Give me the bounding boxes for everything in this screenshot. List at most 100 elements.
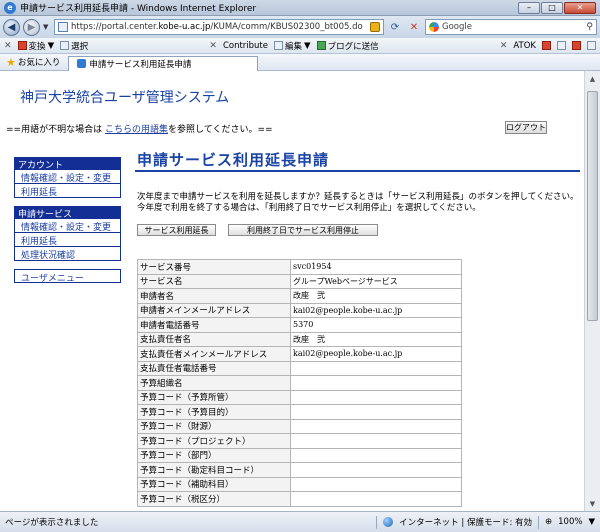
row-value xyxy=(290,375,462,391)
atok-button[interactable]: ATOK xyxy=(513,41,536,51)
title-underline xyxy=(135,170,580,172)
sidebar-item-account-settings[interactable]: 情報確認・設定・変更 xyxy=(14,170,121,184)
edit-button[interactable]: 編集 ▼ xyxy=(274,40,311,52)
search-icon[interactable]: ⚲ xyxy=(586,22,593,32)
blog-button[interactable]: ブログに送信 xyxy=(316,40,379,52)
close-toolbar-icon[interactable]: ✕ xyxy=(4,41,12,51)
table-row: 申請者名 改座 弐 xyxy=(137,288,462,304)
url-text[interactable]: https://portal.center.kobe-u.ac.jp/KUMA/… xyxy=(71,22,367,32)
page-content: 神戸大学統合ユーザ管理システム ==用語が不明な場合は こちらの用語集を参照して… xyxy=(0,71,600,511)
stop-service-button[interactable]: 利用終了日でサービス利用停止 xyxy=(228,224,378,236)
close-contribute-icon[interactable]: ✕ xyxy=(209,41,217,51)
convert-icon xyxy=(17,41,27,50)
sidebar-item-service-settings[interactable]: 情報確認・設定・変更 xyxy=(14,219,121,233)
row-value: 改座 弐 xyxy=(290,331,462,347)
convert-button[interactable]: 変換 ▼ xyxy=(17,40,54,52)
search-placeholder[interactable]: Google xyxy=(442,22,583,32)
table-row: 申請者メインメールアドレス kai02@people.kobe-u.ac.jp xyxy=(137,302,462,318)
scroll-up-icon[interactable]: ▲ xyxy=(585,71,600,86)
tab-page-icon xyxy=(77,59,87,68)
window-controls: – □ ✕ xyxy=(518,1,596,14)
minimize-button[interactable]: – xyxy=(518,1,540,14)
window-title: 申請サービス利用延長申請 - Windows Internet Explorer xyxy=(20,4,257,14)
table-row: 予算コード（補助科目） xyxy=(137,476,462,492)
table-row: 支払責任者電話番号 xyxy=(137,360,462,376)
atok-tool-icon-1[interactable] xyxy=(542,41,552,50)
row-value xyxy=(290,404,462,420)
table-row: 予算コード（税区分） xyxy=(137,491,462,507)
row-label: サービス番号 xyxy=(137,259,291,275)
extension-toolbar: ✕ 変換 ▼ 選択 ✕ Contribute 編集 ▼ ブログに送信 ✕ ATO… xyxy=(0,38,600,54)
system-title: 神戸大学統合ユーザ管理システム xyxy=(20,90,230,106)
address-toolbar: ◀ ▶ ▼ https://portal.center.kobe-u.ac.jp… xyxy=(0,16,600,38)
row-value: グループWebページサービス xyxy=(290,273,462,289)
close-atok-icon[interactable]: ✕ xyxy=(500,41,508,51)
history-dropdown-icon[interactable]: ▼ xyxy=(43,23,51,31)
logout-button[interactable]: ログアウト xyxy=(505,121,547,134)
row-value xyxy=(290,476,462,492)
browser-tab[interactable]: 申請サービス利用延長申請 xyxy=(68,55,259,71)
scroll-thumb[interactable] xyxy=(587,91,598,321)
row-label: サービス名 xyxy=(137,273,291,289)
sidebar-item-account-extend[interactable]: 利用延長 xyxy=(14,184,121,198)
edit-icon xyxy=(274,41,283,50)
vertical-scrollbar[interactable]: ▲ ▼ xyxy=(584,71,600,511)
sidebar-head-service: 申請サービス xyxy=(14,206,121,220)
extend-service-button[interactable]: サービス利用延長 xyxy=(137,224,216,236)
table-row: 申請者電話番号 5370 xyxy=(137,317,462,333)
refresh-icon[interactable]: ⟳ xyxy=(387,19,403,35)
description-line-1: 次年度まで申請サービスを利用を延長しますか？延長するときは「サービス利用延長」の… xyxy=(137,192,579,202)
forward-button[interactable]: ▶ xyxy=(23,18,40,36)
lock-icon[interactable] xyxy=(370,22,380,32)
row-value xyxy=(290,491,462,507)
row-label: 予算コード（勘定科目コード） xyxy=(137,462,291,478)
tab-title: 申請サービス利用延長申請 xyxy=(89,59,192,70)
row-label: 予算コード（補助科目） xyxy=(137,476,291,492)
atok-tool-icon-3[interactable] xyxy=(572,41,582,50)
row-value xyxy=(290,433,462,449)
favorites-button[interactable]: ★ お気に入り xyxy=(6,56,60,69)
internet-zone-icon xyxy=(383,517,394,527)
contribute-button[interactable]: Contribute xyxy=(223,41,268,51)
close-window-button[interactable]: ✕ xyxy=(564,1,596,14)
page-icon xyxy=(58,22,68,32)
glossary-notice: ==用語が不明な場合は こちらの用語集を参照してください。== xyxy=(6,125,273,135)
row-label: 申請者電話番号 xyxy=(137,317,291,333)
search-field[interactable]: Google ⚲ xyxy=(425,19,597,35)
select-icon xyxy=(60,41,70,50)
table-row: 支払責任者メインメールアドレス kai02@people.kobe-u.ac.jp xyxy=(137,346,462,362)
zoom-icon[interactable]: ⊕ xyxy=(545,517,552,527)
sidebar-item-user-menu[interactable]: ユーザメニュー xyxy=(14,269,121,284)
sidebar-item-service-extend[interactable]: 利用延長 xyxy=(14,233,121,247)
status-message: ページが表示されました xyxy=(5,518,99,528)
stop-icon[interactable]: ✕ xyxy=(406,19,422,35)
row-value xyxy=(290,418,462,434)
row-label: 予算コード（税区分） xyxy=(137,491,291,507)
row-value: kai02@people.kobe-u.ac.jp xyxy=(290,346,462,362)
sidebar-item-service-status[interactable]: 処理状況確認 xyxy=(14,247,121,261)
ie-logo-icon: e xyxy=(4,1,16,14)
description-line-2: 今年度で利用を終了する場合は、「利用終了日でサービス利用停止」を選択してください… xyxy=(137,203,481,213)
row-label: 予算コード（予算所管） xyxy=(137,389,291,405)
scroll-down-icon[interactable]: ▼ xyxy=(585,496,600,511)
row-label: 支払責任者名 xyxy=(137,331,291,347)
select-button[interactable]: 選択 xyxy=(60,40,88,52)
atok-tool-icon-2[interactable] xyxy=(557,41,567,50)
table-row: 予算コード（プロジェクト） xyxy=(137,433,462,449)
glossary-link[interactable]: こちらの用語集 xyxy=(105,125,168,135)
security-zone[interactable]: インターネット | 保護モード: 有効 xyxy=(399,516,532,528)
atok-tool-icon-4[interactable] xyxy=(587,41,597,50)
maximize-button[interactable]: □ xyxy=(541,1,563,14)
address-field[interactable]: https://portal.center.kobe-u.ac.jp/KUMA/… xyxy=(54,19,384,35)
table-row: 予算コード（予算所管） xyxy=(137,389,462,405)
row-label: 申請者メインメールアドレス xyxy=(137,302,291,318)
zoom-level[interactable]: 100% xyxy=(558,517,582,527)
google-icon xyxy=(429,22,439,32)
zoom-dropdown-icon[interactable]: ▼ xyxy=(588,517,595,527)
row-label: 支払責任者メインメールアドレス xyxy=(137,346,291,362)
row-value: svc01954 xyxy=(290,259,462,275)
back-button[interactable]: ◀ xyxy=(3,18,20,36)
favorites-bar: ★ お気に入り 申請サービス利用延長申請 xyxy=(0,54,600,71)
table-row: 予算コード（財源） xyxy=(137,418,462,434)
window-titlebar: e 申請サービス利用延長申請 - Windows Internet Explor… xyxy=(0,0,600,16)
